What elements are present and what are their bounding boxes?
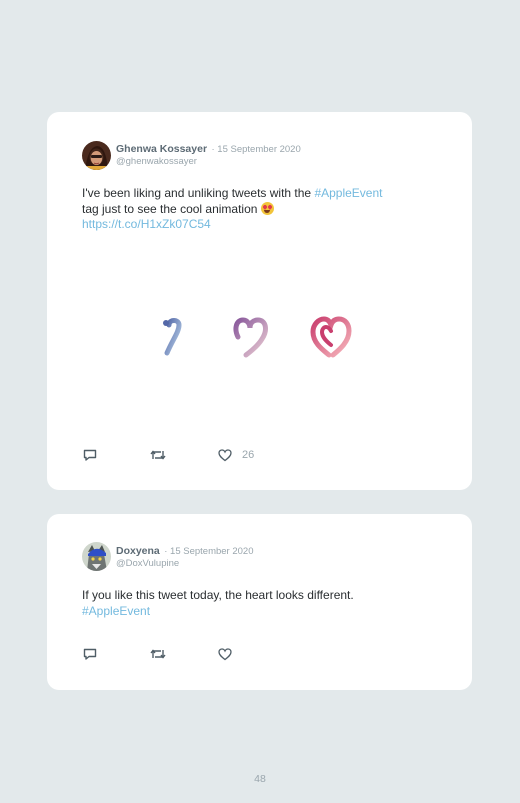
retweet-icon bbox=[150, 450, 166, 460]
animated-heart-frames bbox=[157, 315, 377, 365]
hashtag-link[interactable]: #AppleEvent bbox=[82, 604, 150, 618]
tweet-actions: 26 bbox=[82, 447, 282, 463]
reply-button[interactable] bbox=[82, 646, 98, 662]
tweet-date[interactable]: · 15 September 2020 bbox=[164, 546, 253, 557]
hashtag-link[interactable]: #AppleEvent bbox=[314, 186, 382, 200]
tweet-text-part: If you like this tweet today, the heart … bbox=[82, 588, 354, 602]
tweet-actions bbox=[82, 646, 282, 662]
like-button[interactable]: 26 bbox=[217, 447, 254, 463]
tweet-header: Ghenwa Kossayer · 15 September 2020 @ghe… bbox=[116, 142, 301, 168]
like-count: 26 bbox=[242, 449, 255, 461]
avatar[interactable] bbox=[82, 542, 111, 571]
tweet-header: Doxyena · 15 September 2020 @DoxVulupine bbox=[116, 544, 254, 570]
like-button[interactable] bbox=[217, 646, 233, 662]
like-icon bbox=[218, 648, 232, 661]
reply-button[interactable] bbox=[82, 447, 98, 463]
heart-frame-1 bbox=[163, 318, 182, 356]
tweet-card[interactable]: Ghenwa Kossayer · 15 September 2020 @ghe… bbox=[47, 112, 472, 490]
tweet-text: If you like this tweet today, the heart … bbox=[82, 588, 442, 619]
like-icon bbox=[218, 449, 232, 462]
heart-frame-3 bbox=[310, 316, 352, 358]
author-handle[interactable]: @DoxVulupine bbox=[116, 558, 254, 570]
retweet-button[interactable] bbox=[149, 646, 167, 662]
retweet-button[interactable] bbox=[149, 447, 167, 463]
avatar[interactable] bbox=[82, 141, 111, 170]
author-name[interactable]: Doxyena bbox=[116, 545, 160, 557]
author-handle[interactable]: @ghenwakossayer bbox=[116, 156, 301, 168]
tweet-text: I've been liking and unliking tweets wit… bbox=[82, 186, 442, 233]
retweet-icon bbox=[150, 649, 166, 659]
tweet-text-part: I've been liking and unliking tweets wit… bbox=[82, 186, 315, 200]
tweet-card[interactable]: Doxyena · 15 September 2020 @DoxVulupine… bbox=[47, 514, 472, 690]
heart-eyes-emoji bbox=[260, 201, 274, 215]
reply-icon bbox=[83, 648, 97, 660]
page-number: 48 bbox=[254, 773, 266, 785]
heart-frame-2 bbox=[233, 317, 268, 358]
tweet-text-part: tag just to see the cool animation bbox=[82, 201, 261, 216]
reply-icon bbox=[83, 449, 97, 461]
tweet-date[interactable]: · 15 September 2020 bbox=[212, 144, 301, 155]
author-name[interactable]: Ghenwa Kossayer bbox=[116, 143, 207, 155]
tweet-url-link[interactable]: https://t.co/H1xZk07C54 bbox=[82, 217, 211, 231]
